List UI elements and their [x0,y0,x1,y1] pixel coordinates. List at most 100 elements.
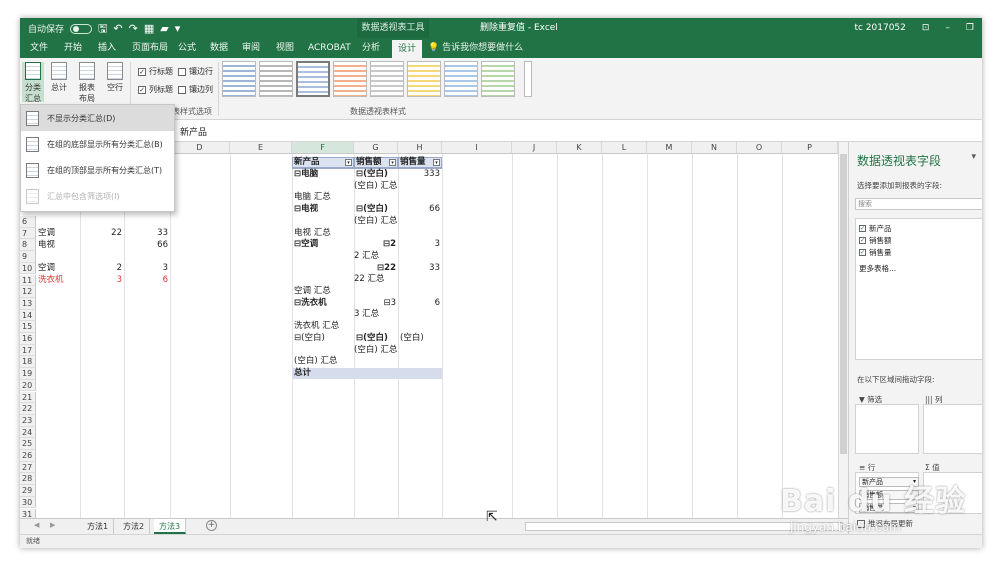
blank-rows-button[interactable]: 空行 [104,62,126,93]
pivot-cell[interactable]: ⊟电脑 [294,169,318,180]
cell-c10[interactable]: 3 [124,263,168,274]
column-header-e[interactable]: E [230,142,292,154]
user-name[interactable]: tc 2017052 [854,18,905,38]
pivot-cell[interactable]: ⊟3 [354,298,396,309]
row-header[interactable]: 27 [20,461,36,474]
pivot-cell[interactable]: 66 [398,204,440,215]
pivot-header-sales[interactable]: 销售额 ▾ [354,157,398,168]
row-header[interactable]: 23 [20,414,36,427]
column-header-n[interactable]: N [692,142,737,154]
pivot-cell[interactable]: ⊟(空白) [356,204,388,215]
row-header[interactable]: 21 [20,391,36,404]
row-header[interactable]: 7 [20,227,36,240]
pivot-cell[interactable]: 3 汇总 [354,309,379,320]
cell-b11[interactable]: 3 [80,275,122,286]
pivot-cell[interactable]: 电脑 汇总 [294,192,331,203]
row-header[interactable]: 13 [20,297,36,310]
cell-a8[interactable]: 电视 [38,240,55,251]
pane-options-icon[interactable]: ▾ [971,152,976,162]
autosave-toggle[interactable] [70,23,93,34]
pivot-cell[interactable]: 空调 汇总 [294,286,331,297]
pivot-cell[interactable]: ⊟洗衣机 [294,298,327,309]
pivot-style-swatch[interactable] [444,61,478,97]
redo-icon[interactable]: ↷ [129,23,138,34]
cell-a11[interactable]: 洗衣机 [38,275,64,286]
pivot-cell[interactable]: (空白) 汇总 [294,356,337,367]
row-header[interactable]: 10 [20,262,36,275]
row-header[interactable]: 19 [20,368,36,380]
sheet-tab-2[interactable]: 方法2 [118,519,151,534]
cell-a10[interactable]: 空调 [38,263,55,274]
pivot-cell[interactable]: 2 汇总 [354,251,379,262]
cell-c7[interactable]: 33 [124,228,168,239]
pivot-cell[interactable]: ⊟22 [354,263,396,274]
pivot-cell[interactable]: 33 [398,263,440,274]
qat-more-icon[interactable]: ▾ [175,23,181,34]
row-header[interactable]: 26 [20,450,36,462]
pivot-cell[interactable]: (空白) 汇总 [354,181,397,192]
row-header[interactable]: 8 [20,239,36,252]
row-header[interactable]: 11 [20,274,36,287]
minimize-icon[interactable]: – [945,18,950,38]
row-header[interactable]: 9 [20,251,36,263]
pivot-cell[interactable]: ⊟(空白) [356,333,388,344]
row-header[interactable]: 12 [20,286,36,298]
pivot-cell[interactable]: 22 汇总 [354,274,385,285]
column-header-g[interactable]: G [354,142,398,154]
row-header[interactable]: 17 [20,344,36,357]
sheet-prev-icon[interactable]: ◀ [34,521,39,529]
pivot-style-swatch[interactable] [333,61,367,97]
pivot-cell[interactable]: 333 [398,169,440,180]
column-header-j[interactable]: J [512,142,557,154]
pivot-style-swatch[interactable] [259,61,293,97]
pivot-cell[interactable]: (空白) [400,333,424,344]
column-headers-checkbox[interactable]: ✓ 列标题 [138,84,173,95]
pivot-style-swatch[interactable] [296,61,330,97]
row-header[interactable]: 6 [20,216,36,228]
row-header[interactable]: 24 [20,426,36,439]
more-tables-link[interactable]: 更多表格... [859,263,896,274]
field-checkbox-product[interactable]: ✓ 新产品 [859,223,892,234]
subtotals-button[interactable]: 分类汇总 [22,62,44,103]
add-sheet-icon[interactable]: + [206,520,217,531]
menu-item-no-subtotals[interactable]: 不显示分类汇总(D) [21,105,174,131]
tab-file[interactable]: 文件 [30,38,48,58]
row-header[interactable]: 18 [20,356,36,369]
menu-item-subtotals-bottom[interactable]: 在组的底部显示所有分类汇总(B) [21,131,174,157]
pivot-cell[interactable]: ⊟空调 [294,239,318,250]
tab-home[interactable]: 开始 [64,38,82,58]
tab-acrobat[interactable]: ACROBAT [308,38,351,58]
scroll-thumb[interactable] [840,154,847,454]
pivot-grand-total-row[interactable]: 总计 [292,368,442,379]
vertical-scrollbar[interactable] [838,142,848,518]
tell-me-box[interactable]: 💡 告诉我你想要做什么 [428,38,523,58]
column-header-d[interactable]: D [170,142,230,154]
columns-zone[interactable] [923,404,982,454]
column-header-p[interactable]: P [782,142,838,154]
tab-data[interactable]: 数据 [210,38,228,58]
filter-zone[interactable] [855,404,919,454]
pivot-style-swatch[interactable] [407,61,441,97]
cell-c11[interactable]: 6 [124,275,168,286]
pivot-cell[interactable]: ⊟2 [354,239,396,250]
tab-analyze[interactable]: 分析 [362,38,380,58]
pivot-style-swatch[interactable] [370,61,404,97]
banded-rows-checkbox[interactable]: 镶边行 [178,66,213,77]
row-header[interactable]: 20 [20,379,36,392]
column-header-m[interactable]: M [647,142,692,154]
row-header[interactable]: 28 [20,473,36,486]
field-checkbox-qty[interactable]: ✓ 销售量 [859,247,892,258]
table-icon[interactable]: ▦ [144,23,154,34]
row-headers-checkbox[interactable]: ✓ 行标题 [138,66,173,77]
pivot-cell[interactable]: 6 [398,298,440,309]
sheet-next-icon[interactable]: ▶ [50,521,55,529]
cell-b10[interactable]: 2 [80,263,122,274]
field-search-input[interactable]: 搜索 [855,198,982,210]
filter-dropdown-icon[interactable]: ▾ [345,159,352,166]
pivot-cell[interactable]: ⊟(空白) [356,169,388,180]
pivot-header-qty[interactable]: 销售量 ▾ [398,157,442,168]
menu-item-subtotals-top[interactable]: 在组的顶部显示所有分类汇总(T) [21,157,174,183]
row-header[interactable]: 14 [20,309,36,322]
save-icon[interactable]: 🖫 [98,23,107,34]
folder-icon[interactable]: ▰ [160,23,168,34]
